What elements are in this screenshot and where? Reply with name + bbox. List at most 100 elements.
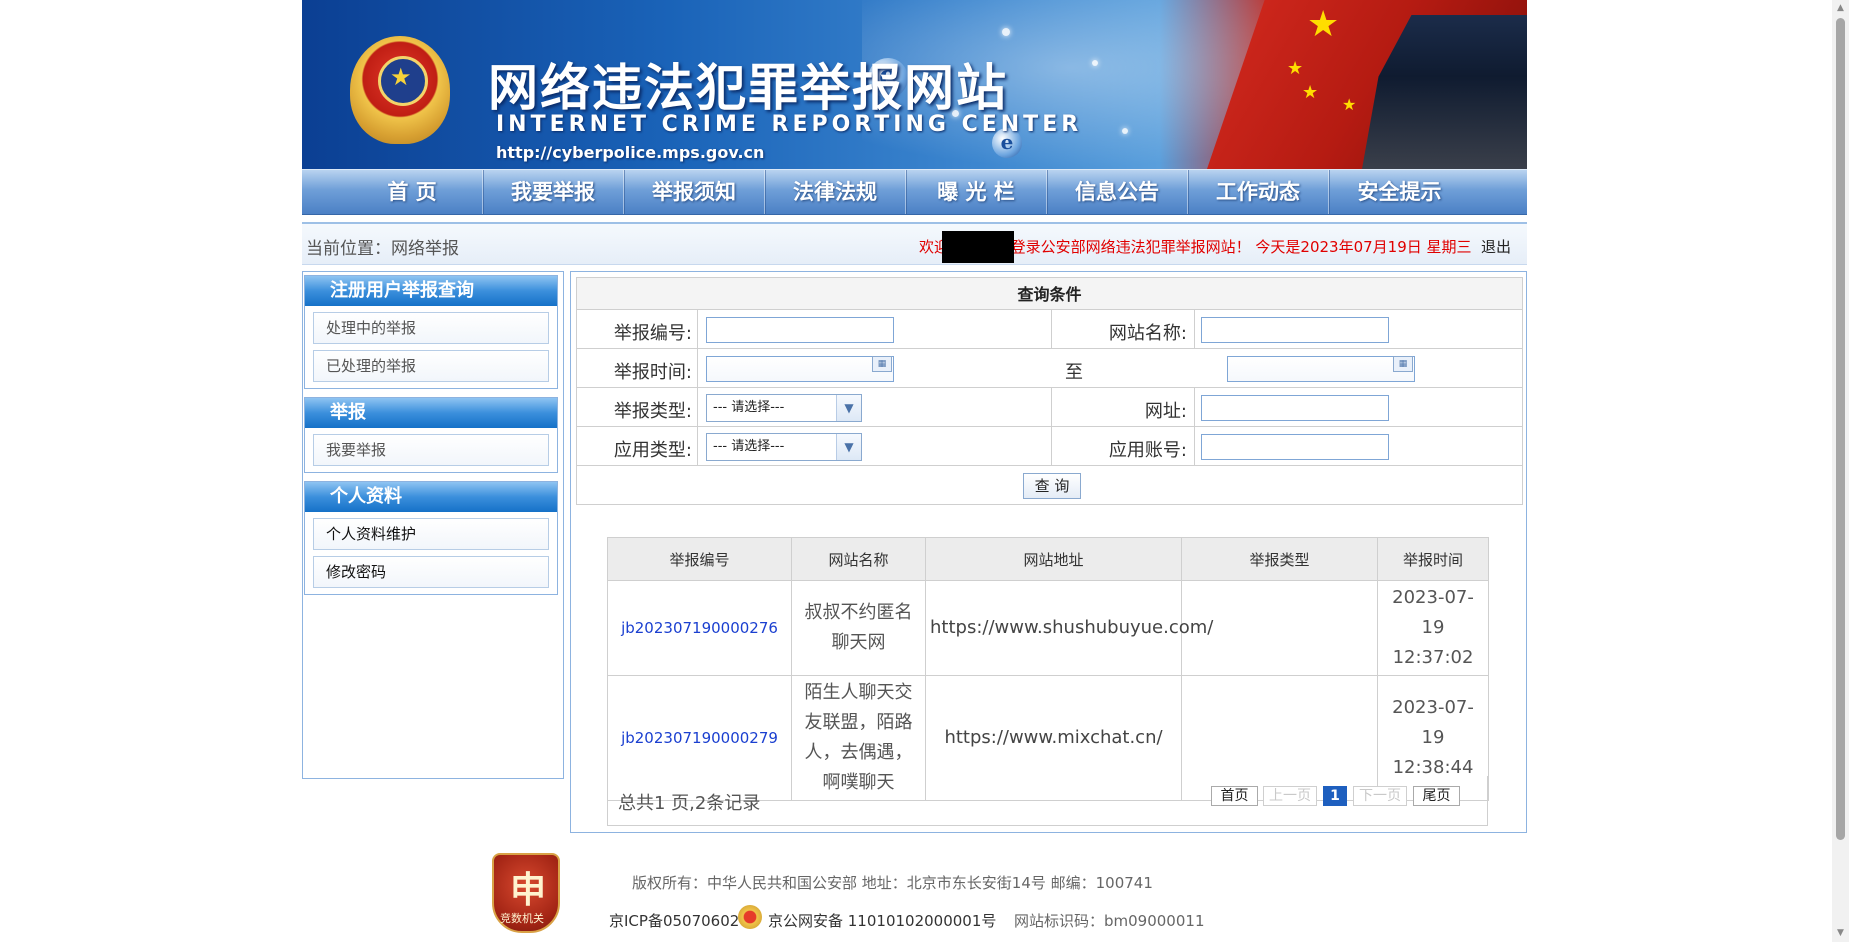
scroll-thumb[interactable] (1836, 18, 1845, 840)
column-header: 举报类型 (1181, 537, 1378, 581)
query-form: 举报编号: 网站名称: 举报时间: ▦ 至 ▦ 举报类型: --- 请选择---… (576, 310, 1523, 505)
breadcrumb: 当前位置：网络举报 (306, 239, 459, 259)
table-row: jb202307190000276 叔叔不约匿名聊天网 https://www.… (607, 580, 1489, 676)
flag-star-icon: ★ (1302, 82, 1319, 103)
gongan-number[interactable]: 京公网安备 11010102000001号 (768, 910, 996, 931)
first-page-button[interactable]: 首页 (1211, 786, 1258, 806)
next-page-button[interactable]: 下一页 (1353, 786, 1407, 806)
nav-report[interactable]: 我要举报 (483, 170, 624, 214)
app-type-selected: --- 请选择--- (713, 439, 785, 454)
record-summary: 总共1 页,2条记录 (618, 793, 761, 814)
location-bar: 当前位置：网络举报 欢迎XXXXXX登录公安部网络违法犯罪举报网站！ 今天是20… (302, 222, 1527, 265)
column-header: 举报时间 (1377, 537, 1489, 581)
pagination-bar: 总共1 页,2条记录 首页 上一页 1 下一页 尾页 (607, 776, 1488, 826)
site-subtitle: INTERNET CRIME REPORTING CENTER (496, 112, 1083, 137)
last-page-button[interactable]: 尾页 (1413, 786, 1460, 806)
nav-home[interactable]: 首 页 (342, 170, 483, 214)
sidebar-section-query: 注册用户举报查询 处理中的举报 已处理的举报 (304, 275, 558, 389)
column-header: 网站名称 (791, 537, 926, 581)
scroll-up-arrow-icon[interactable]: ▲ (1832, 0, 1849, 17)
report-time-cell: 2023-07-19 12:37:02 (1377, 580, 1489, 676)
divider (697, 388, 698, 426)
sidebar-item-processed-reports[interactable]: 已处理的举报 (313, 350, 549, 382)
report-type-select[interactable]: --- 请选择--- ▼ (706, 394, 862, 422)
network-node (1092, 60, 1098, 66)
flag-star-icon: ★ (1287, 58, 1304, 79)
sidebar-section-profile: 个人资料 个人资料维护 修改密码 (304, 481, 558, 595)
divider (697, 310, 698, 348)
badge-text: 竞数机关 (500, 912, 544, 925)
time-to-input[interactable] (1227, 356, 1415, 382)
nav-report-notice[interactable]: 举报须知 (624, 170, 765, 214)
to-label: 至 (1065, 362, 1083, 383)
query-row: 查 询 (576, 466, 1523, 505)
app-account-input[interactable] (1201, 434, 1389, 460)
site-name-label: 网站名称: (1108, 323, 1187, 344)
site-url-cell: https://www.shushubuyue.com/ (925, 580, 1213, 676)
sidebar-item-profile-maintenance[interactable]: 个人资料维护 (313, 518, 549, 550)
nav-laws[interactable]: 法律法规 (765, 170, 906, 214)
registration-line: 京ICP备05070602号 京公网安备 11010102000001号 网站标… (609, 905, 1204, 931)
icp-number[interactable]: 京ICP备05070602号 (609, 912, 754, 930)
url-label: 网址: (1144, 401, 1187, 422)
results-table: 举报编号 网站名称 网站地址 举报类型 举报时间 jb2023071900002… (607, 537, 1489, 801)
scroll-down-arrow-icon[interactable]: ▼ (1832, 925, 1849, 942)
query-title: 查询条件 (576, 277, 1523, 310)
sidebar-item-make-report[interactable]: 我要举报 (313, 434, 549, 466)
sidebar-item-change-password[interactable]: 修改密码 (313, 556, 549, 588)
query-panel: 查询条件 举报编号: 网站名称: 举报时间: ▦ 至 ▦ 举报类型: --- 请… (570, 271, 1527, 833)
divider (1194, 388, 1195, 426)
site-banner: e e ★ ★ ★ ★ 网络违法犯罪举报网站 INTERNET CRIME RE… (302, 0, 1527, 169)
query-row: 举报时间: ▦ 至 ▦ (576, 349, 1523, 388)
nav-work-news[interactable]: 工作动态 (1188, 170, 1329, 214)
nav-announcements[interactable]: 信息公告 (1047, 170, 1188, 214)
divider (1194, 310, 1195, 348)
site-title: 网络违法犯罪举报网站 (488, 59, 1008, 117)
column-header: 网站地址 (925, 537, 1182, 581)
divider (1051, 427, 1052, 465)
police-emblem-logo (350, 36, 450, 144)
sidebar-section-title: 注册用户举报查询 (305, 276, 557, 306)
jingcha-badge-logo[interactable]: 申 竞数机关 (492, 853, 560, 933)
prev-page-button[interactable]: 上一页 (1263, 786, 1317, 806)
logout-link[interactable]: 退出 (1481, 236, 1511, 257)
police-shield-icon (738, 905, 762, 929)
network-node (1122, 128, 1128, 134)
report-time-label: 举报时间: (613, 362, 692, 383)
network-node (1002, 28, 1010, 36)
search-button[interactable]: 查 询 (1023, 473, 1081, 499)
calendar-icon[interactable]: ▦ (872, 356, 892, 372)
sidebar-section-title: 举报 (305, 398, 557, 428)
chevron-down-icon: ▼ (836, 395, 861, 421)
sidebar-item-processing-reports[interactable]: 处理中的举报 (313, 312, 549, 344)
time-from-input[interactable] (706, 356, 894, 382)
divider (697, 427, 698, 465)
footer: 申 竞数机关 版权所有：中华人民共和国公安部 地址：北京市东长安街14号 邮编：… (302, 845, 1527, 942)
sidebar: 注册用户举报查询 处理中的举报 已处理的举报 举报 我要举报 个人资料 个人资料… (302, 271, 564, 779)
flag-star-icon: ★ (1307, 4, 1340, 45)
divider (1051, 388, 1052, 426)
sidebar-section-title: 个人资料 (305, 482, 557, 512)
nav-exposure[interactable]: 曝 光 栏 (906, 170, 1047, 214)
vertical-scrollbar[interactable]: ▲ ▼ (1832, 0, 1849, 942)
query-row: 举报编号: 网站名称: (576, 310, 1523, 349)
copyright-line: 版权所有：中华人民共和国公安部 地址：北京市东长安街14号 邮编：100741 (632, 874, 1153, 892)
report-no-label: 举报编号: (613, 323, 692, 344)
url-input[interactable] (1201, 395, 1389, 421)
site-name-input[interactable] (1201, 317, 1389, 343)
site-name-cell: 叔叔不约匿名聊天网 (791, 580, 926, 676)
calendar-icon[interactable]: ▦ (1393, 356, 1413, 372)
app-type-select[interactable]: --- 请选择--- ▼ (706, 433, 862, 461)
nav-security-tips[interactable]: 安全提示 (1329, 170, 1470, 214)
redacted-username (942, 231, 1014, 263)
report-id-link[interactable]: jb202307190000276 (607, 580, 792, 676)
app-type-label: 应用类型: (613, 440, 692, 461)
app-account-label: 应用账号: (1108, 440, 1187, 461)
query-row: 应用类型: --- 请选择--- ▼ 应用账号: (576, 427, 1523, 466)
page-1-button[interactable]: 1 (1323, 786, 1347, 806)
site-code: 网站标识码：bm09000011 (1014, 912, 1205, 930)
divider (697, 349, 698, 387)
report-type-label: 举报类型: (613, 401, 692, 422)
report-no-input[interactable] (706, 317, 894, 343)
chevron-down-icon: ▼ (836, 434, 861, 460)
